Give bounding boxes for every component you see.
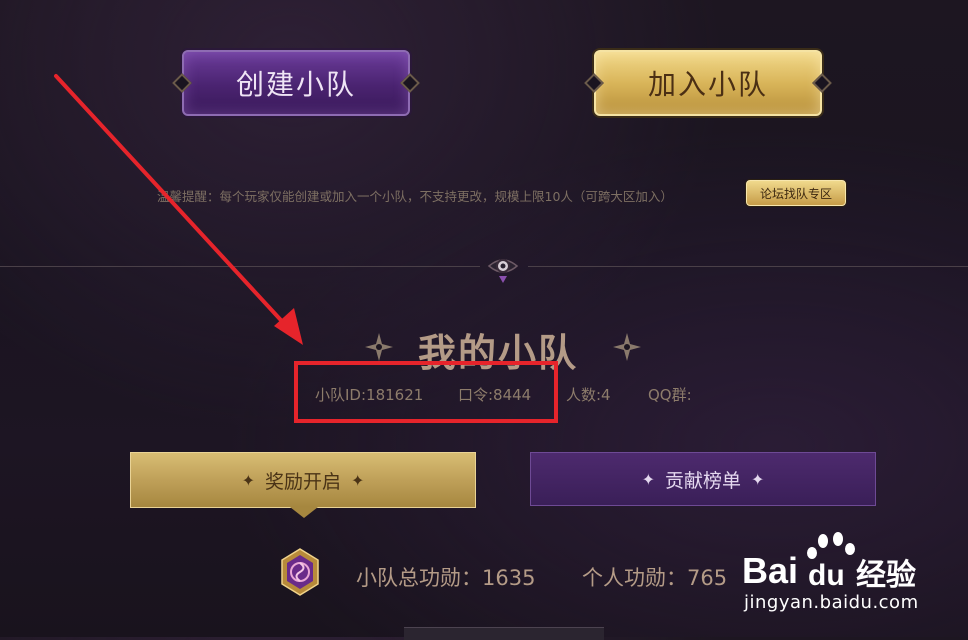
right-star-icon: ✦ — [751, 469, 765, 489]
paw-logo-icon — [807, 532, 855, 559]
reward-open-button[interactable]: ✦ 奖励开启 ✦ — [130, 452, 476, 508]
team-total-merit: 小队总功勋：1635 — [356, 566, 536, 590]
bottom-panel-edge — [404, 627, 604, 640]
watermark-du: du — [808, 559, 845, 592]
contribution-ranking-button[interactable]: ✦ 贡献榜单 ✦ — [530, 452, 876, 506]
watermark-url: jingyan.baidu.com — [744, 592, 919, 613]
left-star-icon: ✦ — [641, 469, 655, 489]
left-star-icon: ✦ — [241, 470, 255, 490]
reward-pointer — [290, 507, 318, 518]
merit-badge-icon — [281, 548, 319, 596]
right-star-icon: ✦ — [351, 470, 365, 490]
watermark-bai: Bai — [742, 550, 798, 591]
personal-merit: 个人功勋：765 — [582, 566, 728, 590]
ranking-label: 贡献榜单 — [664, 469, 741, 492]
watermark-jingyan: 经验 — [856, 558, 916, 593]
reward-label: 奖励开启 — [264, 470, 341, 493]
